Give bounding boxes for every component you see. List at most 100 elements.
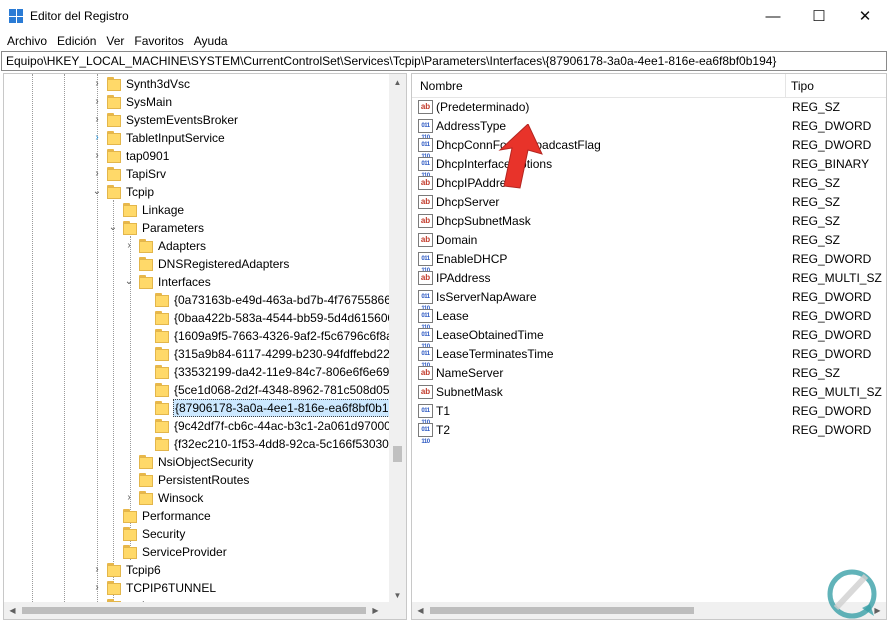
value-row[interactable]: 011 110EnableDHCP REG_DWORD [412,250,886,274]
chevron-right-icon[interactable]: › [92,564,102,576]
binary-value-icon: 011 110 [418,423,433,445]
folder-icon [155,293,169,307]
tree-item[interactable]: PersistentRoutes [4,471,390,489]
list-hscroll-thumb[interactable] [430,607,694,614]
scroll-left-icon[interactable]: ◀ [412,602,429,619]
tree-item[interactable]: ⌄ Interfaces [4,273,390,291]
tree-hscroll-thumb[interactable] [22,607,366,614]
chevron-right-icon[interactable]: › [124,240,134,252]
tree-item[interactable]: NsiObjectSecurity [4,453,390,471]
values-list-pane: Nombre Tipo ab (Predeterminado) REG_SZ 011 … [411,73,887,620]
value-type: REG_DWORD [792,252,872,266]
value-type: REG_BINARY [792,157,870,171]
chevron-right-icon[interactable]: › [92,78,102,90]
value-name: Domain [436,233,478,247]
tree-vertical-scrollbar[interactable]: ▲ ▼ [389,74,406,604]
value-type: REG_DWORD [792,119,872,133]
tree-item[interactable]: {5ce1d068-2d2f-4348-8962-781c508d0571 [4,381,390,399]
tree-item[interactable]: › Synth3dVsc [4,75,390,93]
chevron-right-icon[interactable]: › [124,492,134,504]
tree-scroll-thumb[interactable] [393,446,402,462]
menu-ver[interactable]: Ver [101,34,129,48]
scroll-right-icon[interactable]: ▶ [367,602,384,619]
menu-ayuda[interactable]: Ayuda [189,34,233,48]
tree-item-label: Winsock [158,491,204,505]
registry-tree: › Synth3dVsc › SysMain › SystemEventsBroker › T… [4,74,390,604]
chevron-down-icon[interactable]: ⌄ [92,186,102,198]
column-header-tipo[interactable]: Tipo [785,74,814,98]
column-header-nombre[interactable]: Nombre [414,74,463,98]
tree-item[interactable]: {33532199-da42-11e9-84c7-806e6f6e6963 [4,363,390,381]
tree-item[interactable]: {0baa422b-583a-4544-bb59-5d4d61560096 [4,309,390,327]
folder-icon [107,77,121,91]
value-row[interactable]: ab (Predeterminado) REG_SZ [412,98,886,117]
value-row[interactable]: ab SubnetMask REG_MULTI_SZ [412,383,886,402]
maximize-button[interactable]: ☐ [796,0,842,32]
tree-item[interactable]: Security [4,525,390,543]
value-row[interactable]: 011 110LeaseObtainedTime REG_DWORD [412,326,886,350]
tree-item-label: SysMain [126,95,173,109]
binary-value-icon: 011 110 [418,252,433,274]
value-row[interactable]: ab DhcpIPAddress REG_SZ [412,174,886,193]
tree-item[interactable]: ⌄ Parameters [4,219,390,237]
value-row[interactable]: ab DhcpServer REG_SZ [412,193,886,212]
tree-item-label: {f32ec210-1f53-4dd8-92ca-5c166f53030f} [174,437,390,451]
menu-bar: Archivo Edición Ver Favoritos Ayuda [0,32,888,50]
tree-item[interactable]: ⌄ Tcpip [4,183,390,201]
menu-edicion[interactable]: Edición [52,34,101,48]
tree-item[interactable]: › TabletInputService [4,129,390,147]
folder-icon [139,491,153,505]
tree-item[interactable]: {87906178-3a0a-4ee1-816e-ea6f8bf0b194} [4,399,390,417]
value-row[interactable]: 011 110DhcpInterfaceOptionsREG_BINARY [412,155,886,179]
value-row[interactable]: 011 110T1 REG_DWORD [412,402,886,426]
value-row[interactable]: ab IPAddress REG_MULTI_SZ [412,269,886,288]
folder-icon [107,563,121,577]
tree-horizontal-scrollbar[interactable]: ◀ ▶ [4,602,406,619]
tree-item[interactable]: {f32ec210-1f53-4dd8-92ca-5c166f53030f} [4,435,390,453]
tree-item[interactable]: › SysMain [4,93,390,111]
tree-item[interactable]: Linkage [4,201,390,219]
tree-item[interactable]: › TapiSrv [4,165,390,183]
tree-item-label: SystemEventsBroker [126,113,239,127]
tree-item[interactable]: › TCPIP6TUNNEL [4,579,390,597]
value-row[interactable]: 011 110LeaseTerminatesTime REG_DWORD [412,345,886,369]
tree-item[interactable]: › tap0901 [4,147,390,165]
chevron-right-icon[interactable]: › [92,132,102,144]
value-row[interactable]: 011 110IsServerNapAware REG_DWORD [412,288,886,312]
tree-item[interactable]: DNSRegisteredAdapters [4,255,390,273]
tree-item[interactable]: {0a73163b-e49d-463a-bd7b-4f767558660c [4,291,390,309]
close-button[interactable]: ✕ [842,0,888,32]
list-horizontal-scrollbar[interactable]: ◀ ▶ [412,602,886,619]
tree-item[interactable]: › Winsock [4,489,390,507]
folder-icon [139,257,153,271]
value-row[interactable]: 011 110AddressType REG_DWORD [412,117,886,141]
tree-item[interactable]: {9c42df7f-cb6c-44ac-b3c1-2a061d970001 [4,417,390,435]
scroll-up-icon[interactable]: ▲ [389,74,406,91]
chevron-down-icon[interactable]: ⌄ [108,222,118,234]
chevron-right-icon[interactable]: › [92,168,102,180]
chevron-right-icon[interactable]: › [92,114,102,126]
tree-item[interactable]: › SystemEventsBroker [4,111,390,129]
tree-item[interactable]: › Tcpip6 [4,561,390,579]
tree-item[interactable]: {1609a9f5-7663-4326-9af2-f5c6796c6f8a} [4,327,390,345]
minimize-button[interactable]: — [750,0,796,32]
menu-favoritos[interactable]: Favoritos [129,34,188,48]
menu-archivo[interactable]: Archivo [2,34,52,48]
value-row[interactable]: ab DhcpSubnetMask REG_SZ [412,212,886,231]
chevron-down-icon[interactable]: ⌄ [124,276,134,288]
scroll-left-icon[interactable]: ◀ [4,602,21,619]
chevron-right-icon[interactable]: › [92,96,102,108]
tree-item[interactable]: › Adapters [4,237,390,255]
chevron-right-icon[interactable]: › [92,582,102,594]
folder-icon [123,545,137,559]
tree-item[interactable]: ServiceProvider [4,543,390,561]
tree-item[interactable]: {315a9b84-6117-4299-b230-94fdffebd229} [4,345,390,363]
address-bar[interactable]: Equipo\HKEY_LOCAL_MACHINE\SYSTEM\Current… [1,51,887,71]
tree-item[interactable]: Performance [4,507,390,525]
value-row[interactable]: ab Domain REG_SZ [412,231,886,250]
value-row[interactable]: 011 110DhcpConnForceBroadcastFlagREG_DWO… [412,136,886,160]
value-row[interactable]: 011 110 T2 REG_DWORD [412,421,886,445]
chevron-right-icon[interactable]: › [92,150,102,162]
value-row[interactable]: ab NameServer REG_SZ [412,364,886,383]
value-row[interactable]: 011 110Lease REG_DWORD [412,307,886,331]
